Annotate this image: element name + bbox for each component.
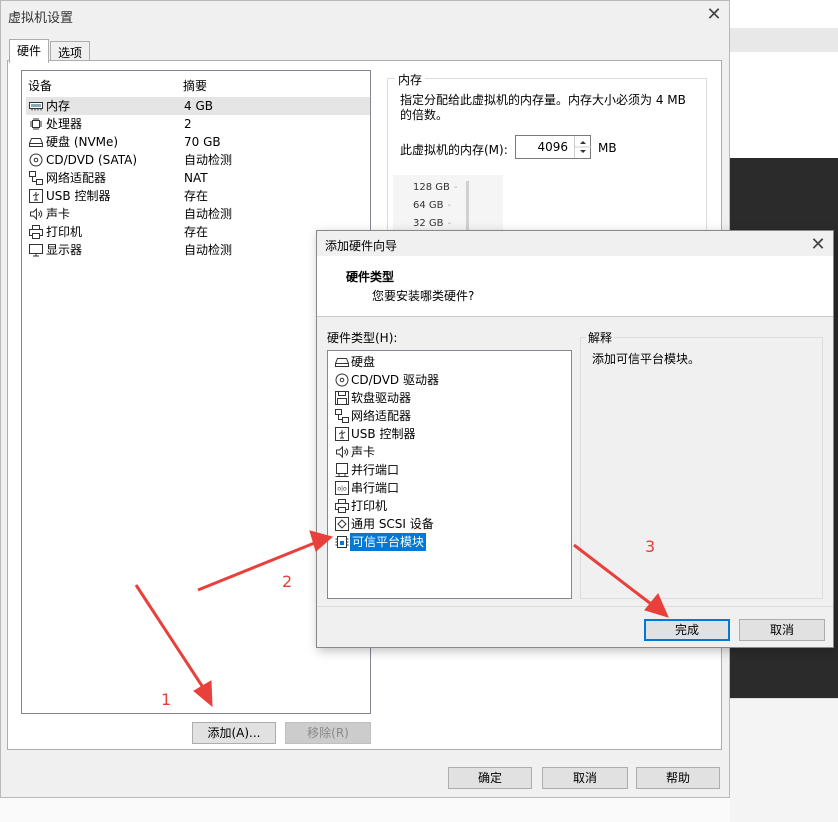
memory-unit: MB xyxy=(598,141,617,155)
device-row-sound-card[interactable]: 声卡 自动检测 xyxy=(26,205,370,223)
wizard-cancel-button[interactable]: 取消 xyxy=(739,619,825,641)
memory-input[interactable]: 4096 xyxy=(515,135,591,159)
memory-value[interactable]: 4096 xyxy=(537,140,568,154)
device-summary: NAT xyxy=(184,171,208,185)
cancel-button[interactable]: 取消 xyxy=(542,767,628,789)
scale-label: 64 GB xyxy=(413,200,444,211)
device-name: 网络适配器 xyxy=(46,171,107,185)
display-icon xyxy=(29,244,43,257)
help-button[interactable]: 帮助 xyxy=(636,767,720,789)
device-name: 内存 xyxy=(46,99,71,113)
device-row-memory[interactable]: 内存 4 GB xyxy=(26,97,370,115)
cd-dvd-icon xyxy=(335,373,349,387)
network-adapter-icon xyxy=(335,409,349,423)
scsi-device-icon xyxy=(335,517,349,531)
device-name: USB 控制器 xyxy=(46,189,111,203)
device-summary: 自动检测 xyxy=(184,243,233,257)
hw-item-label: 打印机 xyxy=(351,499,388,513)
device-name: 硬盘 (NVMe) xyxy=(46,135,119,149)
hw-item-label: 软盘驱动器 xyxy=(351,391,412,405)
explanation-text: 添加可信平台模块。 xyxy=(592,352,701,366)
background-panel xyxy=(730,698,838,822)
device-summary: 4 GB xyxy=(184,99,213,113)
finish-button[interactable]: 完成 xyxy=(644,619,730,641)
device-name: CD/DVD (SATA) xyxy=(46,153,138,167)
summary-column-header[interactable]: 摘要 xyxy=(183,77,207,94)
hardware-type-list[interactable]: 硬盘 CD/DVD 驱动器 软盘驱动器 网络适配器 USB 控制器 声卡 并行端… xyxy=(327,350,572,599)
hw-item-label: 通用 SCSI 设备 xyxy=(351,517,434,531)
memory-description: 指定分配给此虚拟机的内存量。内存大小必须为 4 MB 的倍数。 xyxy=(400,93,686,122)
device-summary: 存在 xyxy=(184,225,209,239)
hard-disk-icon xyxy=(29,138,43,147)
device-summary: 自动检测 xyxy=(184,207,233,221)
background-footer xyxy=(0,798,730,822)
sound-card-icon xyxy=(336,445,349,459)
wizard-title: 添加硬件向导 xyxy=(325,239,398,253)
device-row-cpu[interactable]: 处理器 2 xyxy=(26,115,370,133)
hw-item-label: CD/DVD 驱动器 xyxy=(351,373,439,387)
usb-controller-icon xyxy=(29,189,43,203)
explanation-group xyxy=(580,337,823,599)
sound-card-icon xyxy=(30,207,43,221)
hw-item-label: USB 控制器 xyxy=(351,427,416,441)
device-name: 打印机 xyxy=(46,225,83,239)
explanation-title: 解释 xyxy=(586,329,615,346)
annotation-step-3: 3 xyxy=(645,537,656,556)
printer-icon xyxy=(29,225,43,239)
device-summary: 存在 xyxy=(184,189,209,203)
device-row-usb-controller[interactable]: USB 控制器 存在 xyxy=(26,187,370,205)
remove-hardware-button[interactable]: 移除(R) xyxy=(285,722,371,744)
add-hardware-button[interactable]: 添加(A)... xyxy=(192,722,276,744)
memory-label: 此虚拟机的内存(M): xyxy=(400,143,508,157)
close-icon[interactable]: ✕ xyxy=(704,6,724,24)
memory-scale: 128 GB - 64 GB - 32 GB - xyxy=(393,175,503,235)
hardware-type-label: 硬件类型(H): xyxy=(327,331,398,345)
device-column-header[interactable]: 设备 xyxy=(28,77,52,94)
wizard-question: 您要安装哪类硬件? xyxy=(372,289,475,303)
wizard-close-icon[interactable]: ✕ xyxy=(808,236,828,254)
device-summary: 2 xyxy=(184,117,192,131)
device-row-hard-disk[interactable]: 硬盘 (NVMe) 70 GB xyxy=(26,133,370,151)
hw-item-label: 网络适配器 xyxy=(351,409,412,423)
printer-icon xyxy=(335,499,349,513)
scale-label: 128 GB xyxy=(413,182,450,193)
background-toolbar xyxy=(730,28,838,52)
hw-item-label: 声卡 xyxy=(351,445,376,459)
hw-item-label: 并行端口 xyxy=(351,463,400,477)
parallel-port-icon xyxy=(335,463,349,477)
wizard-heading: 硬件类型 xyxy=(346,270,395,284)
memory-group-title: 内存 xyxy=(395,71,426,88)
device-name: 声卡 xyxy=(46,207,71,221)
memory-slider-track[interactable] xyxy=(466,181,469,236)
wizard-separator xyxy=(317,606,833,607)
memory-spinner[interactable] xyxy=(574,136,591,158)
tpm-icon xyxy=(335,536,349,548)
hw-item-label: 硬盘 xyxy=(351,355,376,369)
cpu-icon xyxy=(30,118,42,130)
hard-disk-icon xyxy=(335,358,349,367)
svg-text:o|o: o|o xyxy=(337,486,347,493)
usb-controller-icon xyxy=(335,427,349,441)
device-name: 处理器 xyxy=(46,117,83,131)
serial-port-icon: o|o xyxy=(335,481,349,495)
device-summary: 70 GB xyxy=(184,135,221,149)
device-summary: 自动检测 xyxy=(184,153,233,167)
spinner-arrows-icon[interactable] xyxy=(575,136,591,158)
device-name: 显示器 xyxy=(46,243,83,257)
annotation-step-1: 1 xyxy=(161,690,172,709)
tab-hardware[interactable]: 硬件 xyxy=(9,39,50,63)
scale-label: 32 GB xyxy=(413,218,444,229)
hw-item-label: 可信平台模块 xyxy=(350,533,427,551)
dialog-title: 虚拟机设置 xyxy=(8,11,74,26)
network-adapter-icon xyxy=(29,171,43,185)
hw-item-label: 串行端口 xyxy=(351,481,400,495)
ok-button[interactable]: 确定 xyxy=(448,767,532,789)
device-row-cd-dvd[interactable]: CD/DVD (SATA) 自动检测 xyxy=(26,151,370,169)
memory-icon xyxy=(29,102,43,111)
cd-dvd-icon xyxy=(29,153,43,167)
device-row-network-adapter[interactable]: 网络适配器 NAT xyxy=(26,169,370,187)
annotation-step-2: 2 xyxy=(282,572,293,591)
floppy-icon xyxy=(335,391,349,405)
